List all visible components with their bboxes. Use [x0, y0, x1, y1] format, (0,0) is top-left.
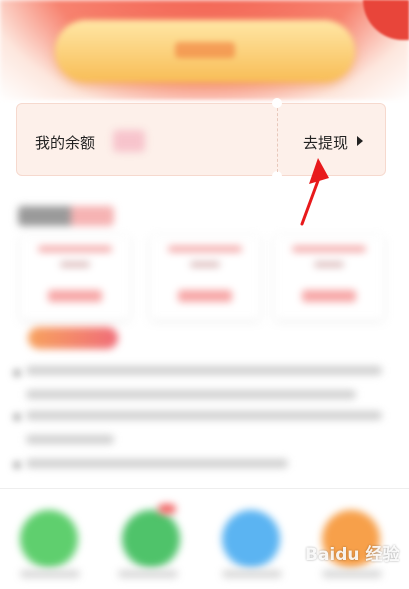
top-cta-button[interactable]	[55, 20, 355, 82]
watermark-text: Baidu 经验	[305, 545, 400, 565]
section-title	[18, 206, 114, 226]
globe-icon[interactable]	[222, 510, 280, 568]
card-divider	[277, 108, 278, 172]
rule-text	[26, 435, 114, 444]
coupon-card[interactable]	[20, 236, 130, 320]
rule-text	[26, 366, 382, 375]
phone-icon[interactable]	[122, 510, 180, 568]
notification-badge	[158, 504, 176, 514]
rule-bullet	[14, 370, 20, 376]
coupon-card[interactable]	[274, 236, 384, 320]
arrow-shaft	[300, 176, 321, 226]
rules-tag	[28, 327, 118, 349]
caret-right-icon[interactable]	[357, 136, 363, 146]
nav-label	[322, 570, 382, 578]
rule-text	[26, 411, 382, 420]
phone-icon[interactable]	[20, 510, 78, 568]
coupon-card[interactable]	[150, 236, 260, 320]
nav-label	[20, 570, 80, 578]
card-notch-top	[272, 98, 282, 108]
balance-label: 我的余额	[35, 134, 96, 152]
rule-bullet	[14, 462, 20, 468]
rule-bullet	[14, 414, 20, 420]
rule-text	[26, 459, 288, 468]
nav-label	[118, 570, 178, 578]
top-cta-label	[175, 42, 235, 58]
balance-value	[113, 130, 145, 152]
rule-text	[26, 390, 356, 399]
balance-card: 我的余额 去提现	[16, 98, 386, 181]
nav-label	[222, 570, 282, 578]
card-notch-bottom	[272, 171, 282, 181]
withdraw-button[interactable]: 去提现	[303, 132, 348, 153]
